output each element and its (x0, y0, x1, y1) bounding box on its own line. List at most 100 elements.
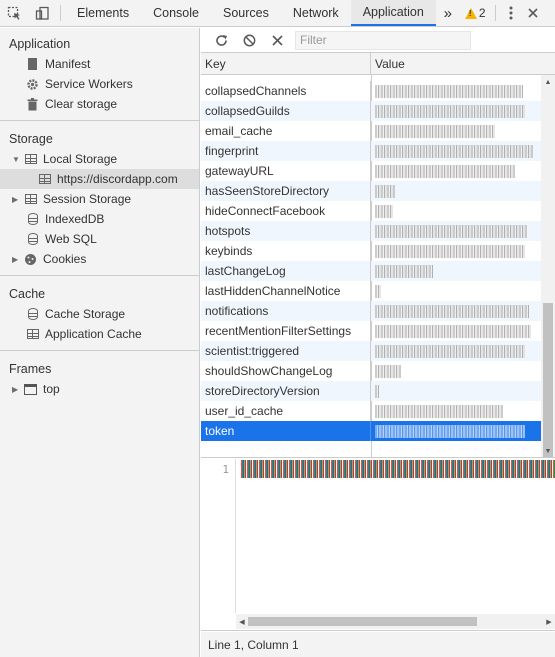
redacted-token-value (241, 460, 555, 478)
column-header-key[interactable]: Key (201, 53, 371, 74)
row-key: hasSeenStoreDirectory (201, 181, 371, 201)
table-row[interactable]: user_id_cache (201, 401, 541, 421)
sidebar-item-label: Manifest (45, 57, 91, 71)
table-row[interactable]: hideConnectFacebook (201, 201, 541, 221)
scroll-right-arrow-icon[interactable]: ▶ (543, 614, 555, 629)
value-preview-editor[interactable]: 1 " ◀ ▶ (201, 459, 555, 631)
row-value-redacted (371, 101, 541, 121)
section-divider (0, 120, 199, 121)
row-value-redacted (371, 221, 541, 241)
sidebar-item-label: Cache Storage (45, 307, 126, 321)
close-devtools-icon[interactable] (522, 0, 544, 26)
sidebar-item-manifest[interactable]: Manifest (0, 54, 199, 74)
row-value-redacted (371, 301, 541, 321)
sidebar-item-frame-top[interactable]: ▶ top (0, 379, 199, 399)
customize-menu-icon[interactable] (500, 0, 522, 26)
section-title-storage: Storage (9, 132, 53, 146)
sidebar-item-session-storage[interactable]: ▶ Session Storage (0, 189, 199, 209)
table-row[interactable]: gatewayURL (201, 161, 541, 181)
table-row[interactable]: notifications (201, 301, 541, 321)
device-toolbar-icon[interactable] (28, 0, 56, 26)
scrollbar-thumb[interactable] (248, 617, 477, 626)
sidebar-item-clear-storage[interactable]: Clear storage (0, 94, 199, 114)
table-row[interactable]: lastChangeLog (201, 261, 541, 281)
table-row[interactable]: email_cache (201, 121, 541, 141)
table-row[interactable]: fingerprint (201, 141, 541, 161)
clear-all-icon[interactable] (235, 28, 263, 52)
table-vertical-scrollbar[interactable]: ▲ ▼ (541, 75, 555, 457)
frame-window-icon (24, 383, 37, 396)
more-tabs-chevron-icon[interactable]: » (436, 0, 460, 26)
sidebar-item-local-storage-origin[interactable]: https://discordapp.com (0, 169, 199, 189)
warning-count: 2 (478, 6, 486, 20)
scroll-down-arrow-icon[interactable]: ▼ (541, 444, 555, 457)
row-key: token (201, 421, 371, 441)
table-header: Key Value (201, 53, 555, 75)
scrollbar-thumb[interactable] (543, 303, 553, 457)
row-key: hideConnectFacebook (201, 201, 371, 221)
row-value-redacted (371, 161, 541, 181)
table-row[interactable]: recentMentionFilterSettings (201, 321, 541, 341)
row-key: user_id_cache (201, 401, 371, 421)
row-value-redacted (371, 421, 541, 441)
storage-filter-bar (201, 28, 555, 53)
table-row[interactable]: token (201, 421, 541, 441)
table-row[interactable]: shouldShowChangeLog (201, 361, 541, 381)
table-row[interactable]: lastHiddenChannelNotice (201, 281, 541, 301)
refresh-icon[interactable] (207, 28, 235, 52)
sidebar-item-cache-storage[interactable]: Cache Storage (0, 304, 199, 324)
database-icon (26, 213, 39, 226)
sidebar-item-label: Local Storage (43, 152, 118, 166)
table-row[interactable]: storeDirectoryVersion (201, 381, 541, 401)
redacted-value (375, 284, 381, 298)
filter-input[interactable] (295, 30, 471, 50)
tab-application[interactable]: Application (350, 0, 436, 26)
warnings-counter[interactable]: 2 (460, 0, 491, 26)
tab-sources[interactable]: Sources (211, 0, 281, 26)
collapsed-triangle-icon[interactable]: ▶ (12, 385, 24, 394)
sidebar-item-web-sql[interactable]: Web SQL (0, 229, 199, 249)
cursor-position-text: Line 1, Column 1 (208, 637, 299, 652)
sidebar-item-label: Clear storage (45, 97, 118, 111)
table-grid-icon (24, 153, 37, 166)
storage-main-panel: Key Value collapsedChannelscollapsedGuil… (201, 28, 555, 657)
scroll-up-arrow-icon[interactable]: ▲ (541, 75, 555, 89)
redacted-value (375, 404, 503, 418)
redacted-value (375, 424, 525, 438)
sidebar-item-service-workers[interactable]: Service Workers (0, 74, 199, 94)
sidebar-item-label: Session Storage (43, 192, 132, 206)
tab-console[interactable]: Console (141, 0, 211, 26)
tab-network[interactable]: Network (281, 0, 351, 26)
row-key: hotspots (201, 221, 371, 241)
collapsed-triangle-icon[interactable]: ▶ (12, 195, 24, 204)
redacted-value (375, 244, 525, 258)
preview-horizontal-scrollbar[interactable]: ◀ ▶ (236, 614, 555, 629)
tab-elements[interactable]: Elements (65, 0, 141, 26)
sidebar-item-indexeddb[interactable]: IndexedDB (0, 209, 199, 229)
table-row[interactable]: scientist:triggered (201, 341, 541, 361)
column-header-value[interactable]: Value (371, 53, 541, 74)
expanded-triangle-icon[interactable]: ▼ (12, 155, 24, 164)
delete-selected-icon[interactable] (263, 28, 291, 52)
row-key: lastHiddenChannelNotice (201, 281, 371, 301)
inspect-element-icon[interactable] (0, 0, 28, 26)
redacted-value (375, 384, 379, 398)
row-key: gatewayURL (201, 161, 371, 181)
local-storage-table: Key Value collapsedChannels collapsedGuil… (201, 53, 555, 458)
sidebar-item-local-storage[interactable]: ▼ Local Storage (0, 149, 199, 169)
sidebar-item-application-cache[interactable]: Application Cache (0, 324, 199, 344)
table-row[interactable]: collapsedGuilds (201, 101, 541, 121)
collapsed-triangle-icon[interactable]: ▶ (12, 255, 24, 264)
sidebar-item-cookies[interactable]: ▶ Cookies (0, 249, 199, 269)
devtools-toolbar: Elements Console Sources Network Applica… (0, 0, 555, 27)
row-key: collapsedChannels (201, 81, 371, 101)
table-row[interactable]: keybinds (201, 241, 541, 261)
table-row[interactable]: hasSeenStoreDirectory (201, 181, 541, 201)
table-grid-icon (26, 328, 39, 341)
redacted-value (375, 264, 433, 278)
table-row[interactable]: hotspots (201, 221, 541, 241)
table-row[interactable]: collapsedChannels (201, 81, 541, 101)
document-icon (26, 58, 39, 71)
row-key: recentMentionFilterSettings (201, 321, 371, 341)
scroll-left-arrow-icon[interactable]: ◀ (236, 614, 248, 629)
